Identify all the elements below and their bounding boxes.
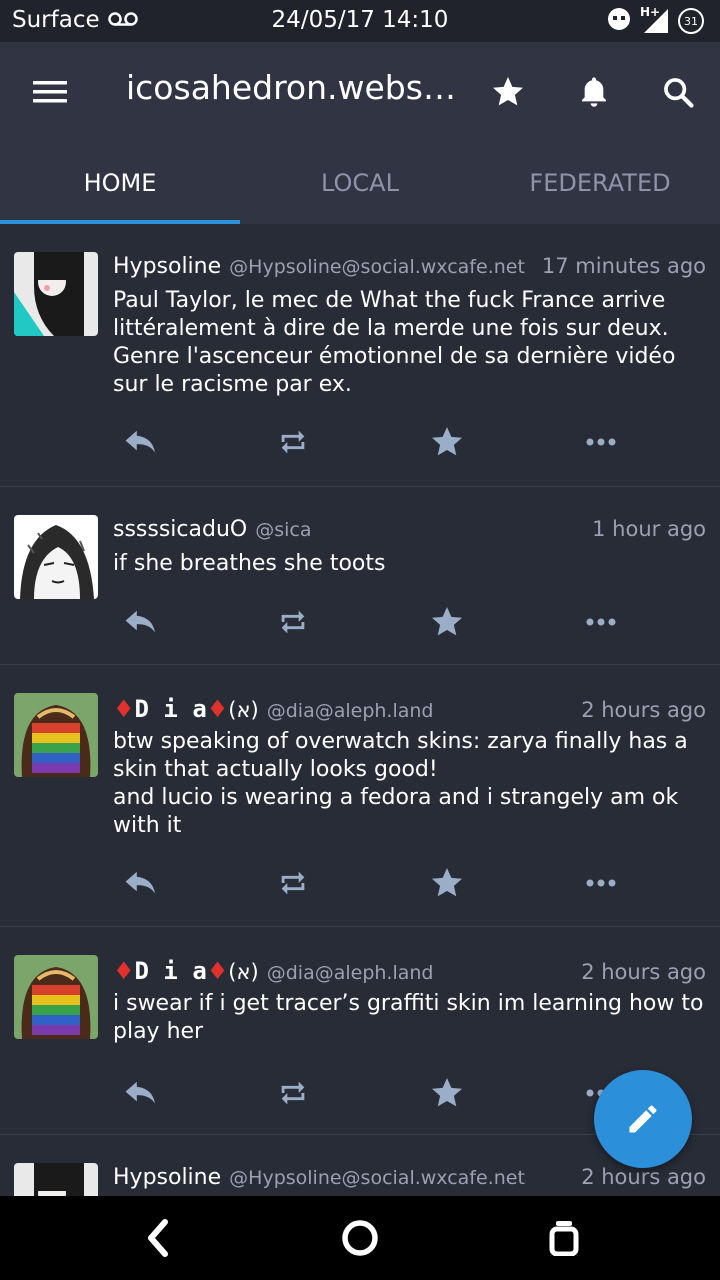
- status-actions: [0, 861, 720, 905]
- battery-icon: 31: [678, 8, 704, 34]
- favourite-button[interactable]: [422, 861, 472, 905]
- more-button[interactable]: [576, 600, 626, 644]
- boost-button[interactable]: [268, 600, 318, 644]
- status-actions: [0, 600, 720, 644]
- avatar[interactable]: [14, 515, 98, 599]
- reply-icon: [125, 430, 155, 453]
- tab-federated[interactable]: FEDERATED: [480, 142, 720, 224]
- menu-button[interactable]: [30, 76, 70, 108]
- boost-button[interactable]: [268, 1071, 318, 1115]
- boost-icon: [281, 1081, 305, 1105]
- status-item[interactable]: sssssicaduO @sica 1 hour ago if she brea…: [0, 487, 720, 665]
- search-button[interactable]: [656, 70, 700, 114]
- display-name[interactable]: Hypsoline: [113, 1165, 221, 1190]
- avatar[interactable]: [14, 1163, 98, 1196]
- status-header: sssssicaduO @sica 1 hour ago: [113, 517, 706, 542]
- signal-icon: H+: [640, 5, 670, 35]
- more-icon: [586, 438, 616, 446]
- boost-icon: [281, 610, 305, 634]
- reply-button[interactable]: [116, 420, 166, 464]
- pencil-icon: [629, 1105, 657, 1133]
- compose-button[interactable]: [594, 1070, 692, 1168]
- reply-icon: [125, 610, 155, 633]
- avatar[interactable]: [14, 693, 98, 777]
- search-icon: [664, 78, 694, 108]
- tab-local[interactable]: LOCAL: [240, 142, 480, 224]
- hamburger-menu-icon: [33, 81, 67, 103]
- status-content: Paul Taylor, le mec de What the fuck Fra…: [113, 288, 676, 397]
- more-icon: [586, 618, 616, 626]
- display-name[interactable]: sssssicaduO: [113, 517, 247, 542]
- status-header: Hypsoline @Hypsoline@social.wxcafe.net 2…: [113, 1165, 706, 1190]
- more-button[interactable]: [576, 420, 626, 464]
- toolbar: icosahedron.webs…: [0, 42, 720, 142]
- star-icon: [432, 607, 462, 636]
- status-item[interactable]: Hypsoline @Hypsoline@social.wxcafe.net 1…: [0, 224, 720, 487]
- instance-title: icosahedron.webs…: [126, 68, 456, 107]
- status-content: if she breathes she toots: [113, 551, 386, 576]
- display-name[interactable]: Hypsoline: [113, 254, 221, 279]
- favourites-button[interactable]: [486, 70, 530, 114]
- favourite-button[interactable]: [422, 600, 472, 644]
- star-icon: [493, 77, 523, 106]
- back-button[interactable]: [136, 1216, 180, 1260]
- system-status-bar: Surface 24/05/17 14:10 H+ 31: [0, 0, 720, 42]
- reply-button[interactable]: [116, 861, 166, 905]
- notification-face-icon: [606, 6, 632, 36]
- status-header: ♦D i a♦(א) @dia@aleph.land 2 hours ago: [113, 695, 706, 723]
- status-header: Hypsoline @Hypsoline@social.wxcafe.net 1…: [113, 254, 706, 279]
- home-button[interactable]: [338, 1216, 382, 1260]
- account-handle[interactable]: @Hypsoline@social.wxcafe.net: [229, 256, 525, 278]
- home-circle-icon: [342, 1220, 378, 1256]
- favourite-button[interactable]: [422, 1071, 472, 1115]
- avatar[interactable]: [14, 252, 98, 336]
- status-item[interactable]: ♦D i a♦(א) @dia@aleph.land 2 hours ago b…: [0, 665, 720, 927]
- relative-time[interactable]: 2 hours ago: [571, 1165, 706, 1189]
- star-icon: [432, 868, 462, 897]
- avatar[interactable]: [14, 955, 98, 1039]
- display-name[interactable]: ♦D i a♦(א): [113, 957, 259, 985]
- network-type-label: H+: [640, 5, 661, 19]
- recents-button[interactable]: [542, 1216, 586, 1260]
- account-handle[interactable]: @sica: [255, 519, 311, 541]
- star-icon: [432, 427, 462, 456]
- boost-button[interactable]: [268, 420, 318, 464]
- status-content: i swear if i get tracer’s graffiti skin …: [113, 991, 704, 1044]
- relative-time[interactable]: 1 hour ago: [582, 517, 706, 541]
- display-name[interactable]: ♦D i a♦(א): [113, 695, 259, 723]
- notifications-button[interactable]: [572, 70, 616, 114]
- star-icon: [432, 1078, 462, 1107]
- account-handle[interactable]: @dia@aleph.land: [267, 700, 434, 722]
- account-handle[interactable]: @dia@aleph.land: [267, 962, 434, 984]
- app-bar: icosahedron.webs… HOME LOCAL FEDERATED: [0, 42, 720, 224]
- home-timeline[interactable]: Hypsoline @Hypsoline@social.wxcafe.net 1…: [0, 224, 720, 1196]
- relative-time[interactable]: 2 hours ago: [571, 960, 706, 984]
- reply-icon: [125, 1081, 155, 1104]
- boost-icon: [281, 430, 305, 454]
- reply-button[interactable]: [116, 600, 166, 644]
- app-screen: Surface 24/05/17 14:10 H+ 31 icosahedron…: [0, 0, 720, 1280]
- status-header: ♦D i a♦(א) @dia@aleph.land 2 hours ago: [113, 957, 706, 985]
- status-actions: [0, 420, 720, 464]
- timeline-tabs: HOME LOCAL FEDERATED: [0, 142, 720, 224]
- boost-button[interactable]: [268, 861, 318, 905]
- battery-level: 31: [684, 14, 698, 28]
- more-icon: [586, 879, 616, 887]
- boost-icon: [281, 871, 305, 895]
- status-content: btw speaking of overwatch skins: zarya f…: [113, 729, 688, 838]
- recents-icon: [549, 1221, 579, 1256]
- back-icon: [148, 1219, 168, 1257]
- system-navigation-bar: [0, 1196, 720, 1280]
- account-handle[interactable]: @Hypsoline@social.wxcafe.net: [229, 1167, 525, 1189]
- favourite-button[interactable]: [422, 420, 472, 464]
- bell-icon: [582, 77, 606, 107]
- relative-time[interactable]: 17 minutes ago: [532, 254, 706, 278]
- reply-icon: [125, 871, 155, 894]
- tab-home[interactable]: HOME: [0, 142, 240, 224]
- relative-time[interactable]: 2 hours ago: [571, 698, 706, 722]
- reply-button[interactable]: [116, 1071, 166, 1115]
- status-right: H+ 31: [606, 5, 704, 36]
- more-button[interactable]: [576, 861, 626, 905]
